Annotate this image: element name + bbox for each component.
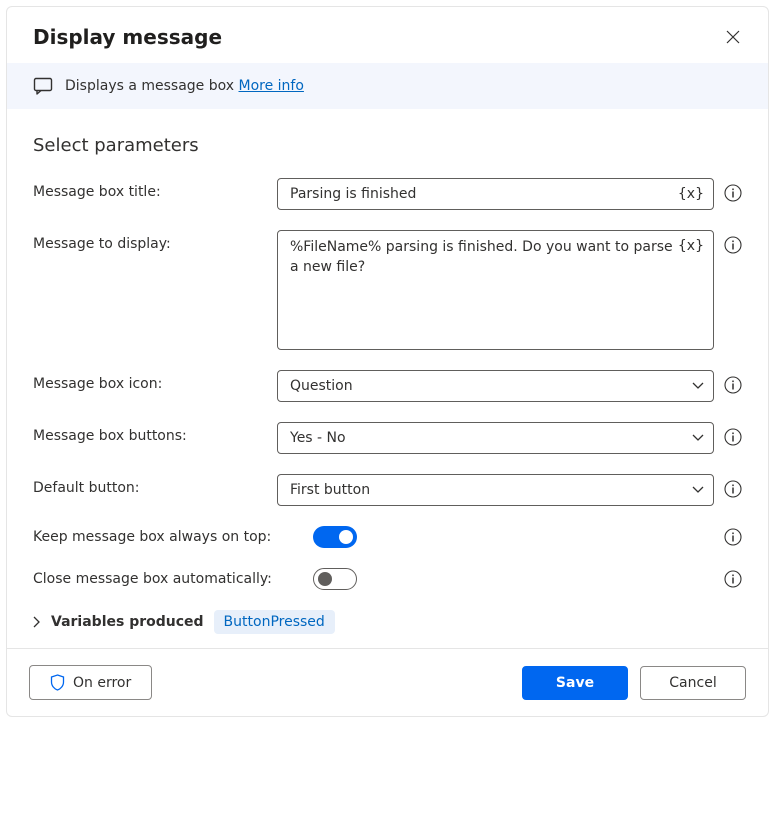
label-message: Message to display: (33, 230, 267, 252)
message-box-title-input[interactable] (277, 178, 714, 210)
message-box-buttons-select[interactable]: Yes - No (277, 422, 714, 454)
help-icon[interactable] (724, 370, 742, 394)
dialog-title: Display message (33, 25, 222, 49)
row-title: Message box title: {x} (33, 178, 742, 210)
label-ontop: Keep message box always on top: (33, 529, 303, 545)
always-on-top-toggle[interactable] (313, 526, 357, 548)
help-icon[interactable] (724, 528, 742, 546)
message-icon (33, 77, 53, 95)
label-autoclose: Close message box automatically: (33, 571, 303, 587)
more-info-link[interactable]: More info (239, 78, 304, 94)
footer: On error Save Cancel (7, 648, 768, 716)
row-icon: Message box icon: Question (33, 370, 742, 402)
row-ontop: Keep message box always on top: (33, 526, 742, 548)
help-icon[interactable] (724, 474, 742, 498)
label-icon: Message box icon: (33, 370, 267, 392)
dialog: Display message Displays a message box M… (6, 6, 769, 717)
message-box-icon-select[interactable]: Question (277, 370, 714, 402)
on-error-button[interactable]: On error (29, 665, 152, 700)
row-message: Message to display: %FileName% parsing i… (33, 230, 742, 350)
section-heading: Select parameters (33, 135, 742, 156)
content: Select parameters Message box title: {x}… (7, 109, 768, 648)
help-icon[interactable] (724, 230, 742, 254)
dialog-header: Display message (7, 7, 768, 63)
default-button-select[interactable]: First button (277, 474, 714, 506)
insert-variable-icon[interactable]: {x} (678, 186, 704, 202)
help-icon[interactable] (724, 422, 742, 446)
variables-label: Variables produced (51, 614, 204, 630)
variable-chip[interactable]: ButtonPressed (214, 610, 335, 634)
shield-icon (50, 674, 65, 691)
info-text: Displays a message box More info (65, 78, 304, 94)
row-autoclose: Close message box automatically: (33, 568, 742, 590)
label-default: Default button: (33, 474, 267, 496)
row-buttons: Message box buttons: Yes - No (33, 422, 742, 454)
save-button[interactable]: Save (522, 666, 628, 700)
row-default: Default button: First button (33, 474, 742, 506)
close-button[interactable] (722, 26, 744, 48)
cancel-button[interactable]: Cancel (640, 666, 746, 700)
help-icon[interactable] (724, 178, 742, 202)
close-automatically-toggle[interactable] (313, 568, 357, 590)
info-bar: Displays a message box More info (7, 63, 768, 109)
label-buttons: Message box buttons: (33, 422, 267, 444)
close-icon (726, 30, 740, 44)
help-icon[interactable] (724, 570, 742, 588)
expand-variables-button[interactable] (33, 616, 41, 628)
insert-variable-icon[interactable]: {x} (678, 238, 704, 254)
label-title: Message box title: (33, 178, 267, 200)
variables-produced: Variables produced ButtonPressed (33, 610, 742, 634)
message-to-display-input[interactable]: %FileName% parsing is finished. Do you w… (277, 230, 714, 350)
